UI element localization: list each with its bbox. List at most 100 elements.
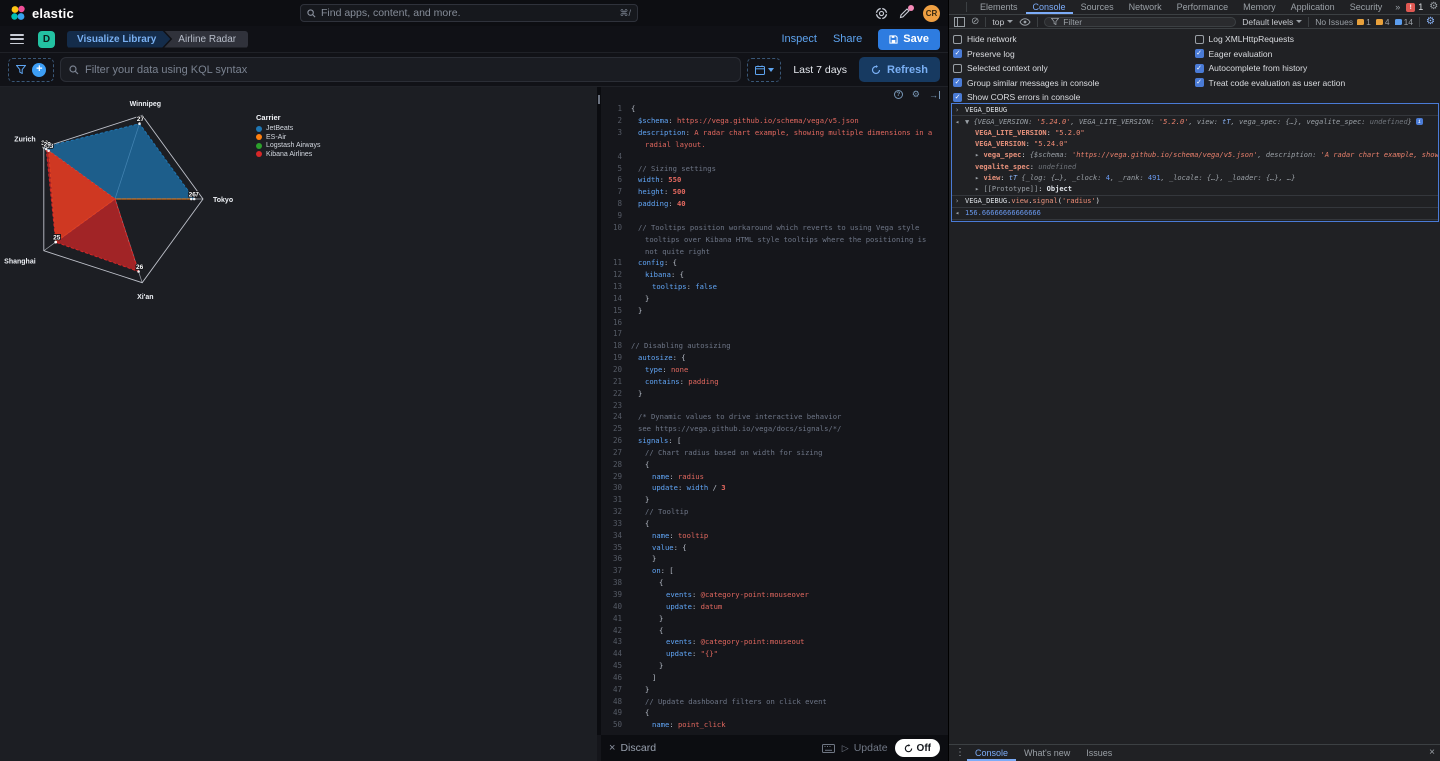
context-selector[interactable]: top: [992, 17, 1013, 27]
console-settings-icon[interactable]: ⚙: [1426, 16, 1435, 27]
inspect-button[interactable]: Inspect: [781, 33, 816, 45]
code-line[interactable]: 17: [601, 328, 948, 340]
auto-apply-toggle[interactable]: Off: [895, 739, 940, 757]
code-line[interactable]: 45}: [601, 660, 948, 672]
checkbox-log-xmlhttprequests[interactable]: Log XMLHttpRequests: [1195, 34, 1437, 44]
vega-spec-editor[interactable]: ? ⚙ → 1{2$schema: https://vega.github.io…: [601, 87, 948, 735]
legend-item[interactable]: Kibana Airlines: [256, 151, 320, 158]
console-row[interactable]: ›VEGA_DEBUG.view.signal('radius'): [952, 196, 1438, 207]
code-line[interactable]: 39events: @category-point:mouseover: [601, 589, 948, 601]
code-line[interactable]: 41}: [601, 612, 948, 624]
code-line[interactable]: 24/* Dynamic values to drive interactive…: [601, 411, 948, 423]
app-icon[interactable]: D: [38, 31, 55, 48]
code-line[interactable]: 8padding: 40: [601, 198, 948, 210]
checkbox-preserve-log[interactable]: ✓Preserve log: [953, 49, 1195, 59]
kql-search-input[interactable]: Filter your data using KQL syntax: [60, 57, 741, 82]
devtools-tab-memory[interactable]: Memory: [1236, 0, 1283, 14]
drawer-tab-console[interactable]: Console: [967, 745, 1016, 761]
code-line[interactable]: 32// Tooltip: [601, 506, 948, 518]
code-line[interactable]: 10// Tooltips position workaround which …: [601, 221, 948, 233]
time-range-label[interactable]: Last 7 days: [787, 64, 853, 76]
devtools-tab-application[interactable]: Application: [1284, 0, 1342, 14]
console-row[interactable]: VEGA_VERSION: "5.24.0": [952, 139, 1438, 150]
legend-item[interactable]: ES-Air: [256, 134, 320, 141]
code-line[interactable]: 12kibana: {: [601, 269, 948, 281]
breadcrumb-airline-radar[interactable]: Airline Radar: [164, 31, 248, 48]
discard-button[interactable]: × Discard: [609, 742, 656, 754]
console-messages[interactable]: ›VEGA_DEBUG◂▼ {VEGA_VERSION: '5.24.0', V…: [951, 103, 1439, 222]
update-button[interactable]: ▷ Update: [842, 742, 888, 754]
code-line[interactable]: 34name: tooltip: [601, 529, 948, 541]
global-search-input[interactable]: Find apps, content, and more. ⌘/: [300, 4, 638, 22]
code-line[interactable]: not quite right: [601, 245, 948, 257]
console-filter-input[interactable]: Filter: [1044, 17, 1236, 27]
add-filter-icon[interactable]: +: [32, 63, 46, 77]
save-button[interactable]: Save: [878, 29, 940, 50]
drawer-kebab-icon[interactable]: ⋮: [955, 748, 965, 758]
code-line[interactable]: 23: [601, 399, 948, 411]
drawer-tab-what-s-new[interactable]: What's new: [1016, 745, 1078, 761]
code-line[interactable]: 21contains: padding: [601, 375, 948, 387]
help-icon[interactable]: ?: [894, 90, 903, 99]
legend-item[interactable]: Logstash Airways: [256, 142, 320, 149]
console-row[interactable]: ▸ [[Prototype]]: Object: [952, 183, 1438, 194]
gear-icon[interactable]: ⚙: [1429, 2, 1438, 12]
menu-icon[interactable]: [10, 34, 24, 44]
console-row[interactable]: ◂▼ {VEGA_VERSION: '5.24.0', VEGA_LITE_VE…: [952, 116, 1438, 127]
error-badge[interactable]: ! 1: [1406, 2, 1423, 12]
code-line[interactable]: 42{: [601, 624, 948, 636]
console-row[interactable]: VEGA_LITE_VERSION: "5.2.0": [952, 127, 1438, 138]
code-line[interactable]: 7height: 500: [601, 186, 948, 198]
issues-counter[interactable]: No Issues 1414: [1315, 17, 1413, 27]
code-line[interactable]: 4: [601, 150, 948, 162]
more-tabs-icon[interactable]: »: [1395, 2, 1400, 12]
log-levels-dropdown[interactable]: Default levels: [1242, 17, 1302, 27]
devtools-tab-security[interactable]: Security: [1343, 0, 1390, 14]
checkbox-show-cors-errors-in-console[interactable]: ✓Show CORS errors in console: [953, 92, 1195, 102]
code-line[interactable]: 28{: [601, 458, 948, 470]
settings-icon[interactable]: ⚙: [912, 90, 920, 99]
code-line[interactable]: 3description: A radar chart example, sho…: [601, 127, 948, 139]
info-icon[interactable]: i: [1416, 118, 1423, 125]
code-line[interactable]: 37on: [: [601, 565, 948, 577]
checkbox-eager-evaluation[interactable]: ✓Eager evaluation: [1195, 49, 1437, 59]
code-line[interactable]: 27// Chart radius based on width for siz…: [601, 446, 948, 458]
code-line[interactable]: 15}: [601, 304, 948, 316]
code-line[interactable]: 50name: point_click: [601, 719, 948, 731]
eye-icon[interactable]: [1019, 18, 1031, 26]
date-picker-button[interactable]: [747, 58, 781, 82]
code-line[interactable]: 1{: [601, 103, 948, 115]
code-line[interactable]: 16: [601, 316, 948, 328]
code-line[interactable]: 25see https://vega.github.io/vega/docs/s…: [601, 423, 948, 435]
checkbox-treat-code-evaluation-as-user-action[interactable]: ✓Treat code evaluation as user action: [1195, 78, 1437, 88]
keyboard-icon[interactable]: [822, 744, 835, 753]
console-row[interactable]: vegalite_spec: undefined: [952, 161, 1438, 172]
devtools-tab-performance[interactable]: Performance: [1170, 0, 1236, 14]
code-line[interactable]: 11config: {: [601, 257, 948, 269]
share-button[interactable]: Share: [833, 33, 862, 45]
code-line[interactable]: 33{: [601, 518, 948, 530]
avatar[interactable]: CR: [923, 5, 940, 22]
devtools-tab-sources[interactable]: Sources: [1074, 0, 1121, 14]
code-line[interactable]: 30update: width / 3: [601, 482, 948, 494]
code-line[interactable]: 43events: @category-point:mouseout: [601, 636, 948, 648]
code-line[interactable]: tooltips over Kibana HTML style tooltips…: [601, 233, 948, 245]
checkbox-hide-network[interactable]: Hide network: [953, 34, 1195, 44]
checkbox-group-similar-messages-in-console[interactable]: ✓Group similar messages in console: [953, 78, 1195, 88]
drawer-tab-issues[interactable]: Issues: [1078, 745, 1120, 761]
code-line[interactable]: 47}: [601, 683, 948, 695]
console-sidebar-icon[interactable]: [954, 17, 965, 27]
code-line[interactable]: 26signals: [: [601, 435, 948, 447]
code-line[interactable]: 13tooltips: false: [601, 281, 948, 293]
code-line[interactable]: 29name: radius: [601, 470, 948, 482]
code-line[interactable]: 46]: [601, 672, 948, 684]
code-line[interactable]: 48// Update dashboard filters on click e…: [601, 695, 948, 707]
devtools-tab-network[interactable]: Network: [1122, 0, 1169, 14]
console-row[interactable]: ▸ view: tT {_log: {…}, _clock: 4, _rank:…: [952, 172, 1438, 183]
code-line[interactable]: 44update: "{}": [601, 648, 948, 660]
code-line[interactable]: 19autosize: {: [601, 352, 948, 364]
legend-item[interactable]: JetBeats: [256, 125, 320, 132]
code-line[interactable]: 5// Sizing settings: [601, 162, 948, 174]
clear-console-icon[interactable]: ⊘: [971, 17, 979, 27]
code-line[interactable]: 9: [601, 210, 948, 222]
